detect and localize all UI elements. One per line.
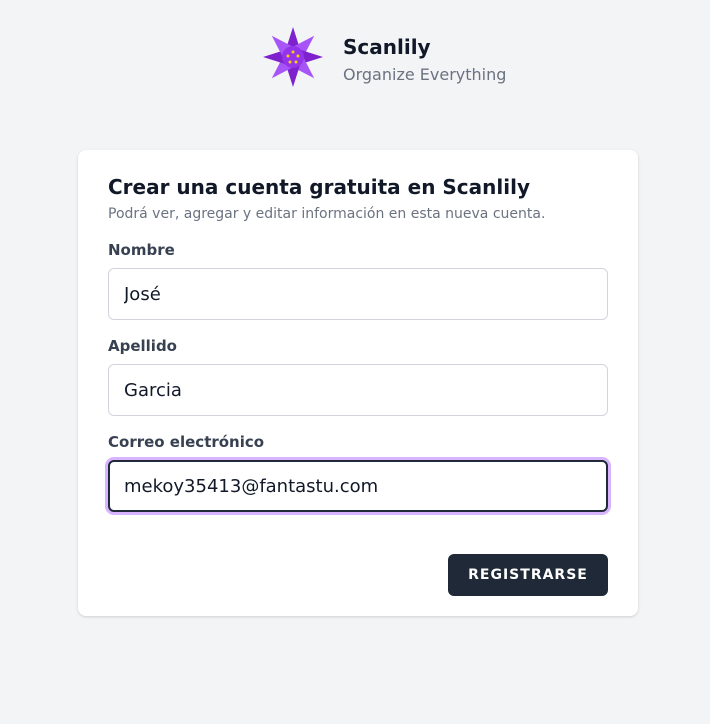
first-name-input[interactable] — [108, 268, 608, 320]
first-name-label: Nombre — [108, 241, 175, 259]
last-name-input[interactable] — [108, 364, 608, 416]
card-subtitle: Podrá ver, agregar y editar información … — [108, 206, 546, 222]
brand-name: Scanlily — [343, 35, 431, 59]
signup-card: Crear una cuenta gratuita en Scanlily Po… — [78, 150, 638, 616]
brand-text: Scanlily Organize Everything — [343, 34, 506, 86]
lotus-flower-icon — [263, 27, 323, 87]
email-label: Correo electrónico — [108, 433, 265, 451]
form-actions: REGISTRARSE — [448, 554, 608, 596]
last-name-group: Apellido — [108, 336, 608, 416]
brand-tagline: Organize Everything — [343, 65, 507, 84]
email-group: Correo electrónico — [108, 432, 608, 512]
email-input[interactable] — [108, 460, 608, 512]
last-name-label: Apellido — [108, 337, 177, 355]
first-name-group: Nombre — [108, 240, 608, 320]
card-title: Crear una cuenta gratuita en Scanlily — [108, 175, 530, 199]
brand-header: Scanlily Organize Everything — [262, 25, 506, 89]
register-button[interactable]: REGISTRARSE — [448, 554, 608, 596]
